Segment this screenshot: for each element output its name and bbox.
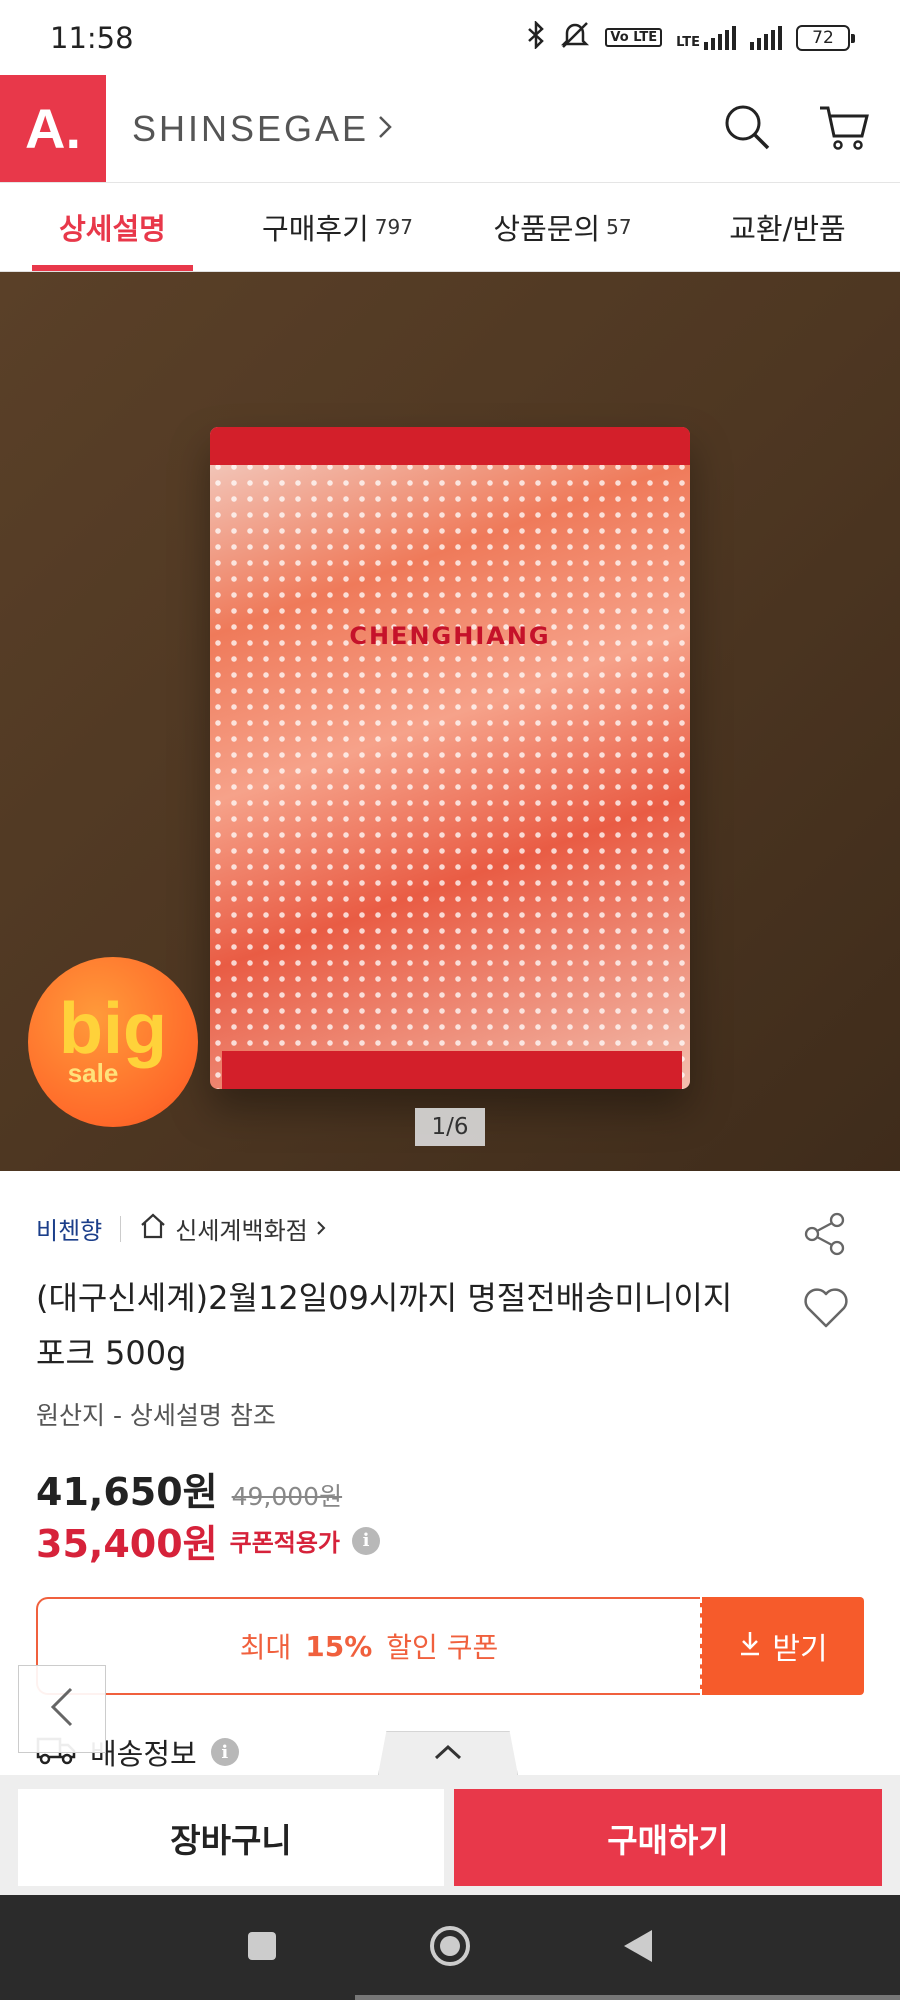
tab-detail[interactable]: 상세설명 (0, 183, 225, 271)
battery-icon: 72 (796, 24, 855, 51)
chevron-right-icon (377, 108, 393, 150)
status-icons: Vo LTE LTE 72 (527, 19, 855, 55)
brand-link[interactable]: SHINSEGAE (132, 108, 393, 150)
add-to-cart-button[interactable]: 장바구니 (18, 1789, 444, 1886)
shipping-label: 배송정보 (90, 1737, 197, 1771)
recents-icon[interactable] (246, 1930, 278, 1966)
back-icon[interactable] (622, 1928, 654, 1968)
bottom-action-bar: 장바구니 구매하기 (0, 1775, 900, 1895)
coupon-price-label: 쿠폰적용가 (229, 1529, 341, 1557)
download-icon (738, 1629, 762, 1664)
coupon-text: 최대 15% 할인 쿠폰 (36, 1597, 700, 1695)
coupon-percent: 15% (305, 1629, 373, 1663)
chevron-right-icon (316, 1215, 326, 1243)
info-icon[interactable]: i (352, 1526, 381, 1555)
brand-link-product[interactable]: 비첸향 (36, 1211, 102, 1246)
app-header: A. SHINSEGAE (0, 75, 900, 182)
header-actions (722, 102, 900, 156)
tab-reviews[interactable]: 구매후기 797 (225, 183, 450, 271)
coupon-download-button[interactable]: 받기 (700, 1597, 864, 1695)
mute-icon (559, 21, 591, 55)
collapse-tab[interactable] (378, 1731, 518, 1775)
inquiry-count: 57 (606, 215, 632, 239)
share-icon[interactable] (802, 1211, 848, 1261)
store-link[interactable]: 신세계백화점 (139, 1211, 326, 1246)
bag-label: CHENGHIANG (349, 622, 551, 650)
search-icon[interactable] (722, 102, 772, 156)
cart-icon[interactable] (818, 102, 870, 156)
product-tabs: 상세설명 구매후기 797 상품문의 57 교환/반품 (0, 182, 900, 272)
review-count: 797 (374, 215, 413, 239)
system-nav-bar (0, 1895, 900, 2000)
image-page-indicator: 1/6 (415, 1108, 485, 1146)
big-sale-badge: big sale (28, 957, 198, 1127)
chevron-left-icon (47, 1685, 77, 1733)
volte-icon: Vo LTE (605, 28, 663, 47)
wishlist-heart-icon[interactable] (802, 1286, 850, 1334)
coupon-price-row: 35,400원 쿠폰적용가 i (36, 1513, 381, 1568)
bag-seal-bottom (222, 1051, 682, 1089)
product-title: (대구신세계)2월12일09시까지 명절전배송미니이지포크 500g (36, 1279, 733, 1372)
divider (120, 1215, 122, 1242)
home-button-icon[interactable] (428, 1924, 472, 1972)
back-float-button[interactable] (18, 1665, 106, 1753)
signal-icon (750, 25, 782, 50)
price-row: 41,650원 49,000원 (36, 1461, 342, 1516)
original-price: 49,000원 (231, 1482, 343, 1511)
logo[interactable]: A. (0, 75, 106, 182)
info-icon[interactable]: i (210, 1738, 239, 1766)
coupon-price: 35,400원 (36, 1522, 218, 1566)
store-name: 신세계백화점 (175, 1217, 308, 1245)
bag-seal-top (210, 427, 690, 465)
bluetooth-icon (527, 19, 545, 55)
status-bar: 11:58 Vo LTE LTE 72 (0, 0, 900, 75)
product-image: CHENGHIANG (210, 427, 690, 1089)
lte-signal-icon: LTE (676, 25, 736, 50)
tab-inquiries[interactable]: 상품문의 57 (450, 183, 675, 271)
seller-row: 비첸향 신세계백화점 (36, 1211, 326, 1246)
chevron-up-icon (433, 1743, 463, 1765)
product-image-carousel[interactable]: CHENGHIANG big sale 1/6 (0, 272, 900, 1171)
brand-name: SHINSEGAE (132, 107, 370, 149)
home-icon (139, 1213, 167, 1245)
tab-exchange-return[interactable]: 교환/반품 (675, 183, 900, 271)
coupon-banner[interactable]: 최대 15% 할인 쿠폰 받기 (36, 1597, 864, 1695)
buy-now-button[interactable]: 구매하기 (454, 1789, 882, 1886)
product-origin: 원산지 - 상세설명 참조 (36, 1401, 276, 1430)
sale-price: 41,650원 (36, 1470, 218, 1514)
gesture-bar (355, 1995, 900, 2000)
status-time: 11:58 (50, 20, 134, 55)
